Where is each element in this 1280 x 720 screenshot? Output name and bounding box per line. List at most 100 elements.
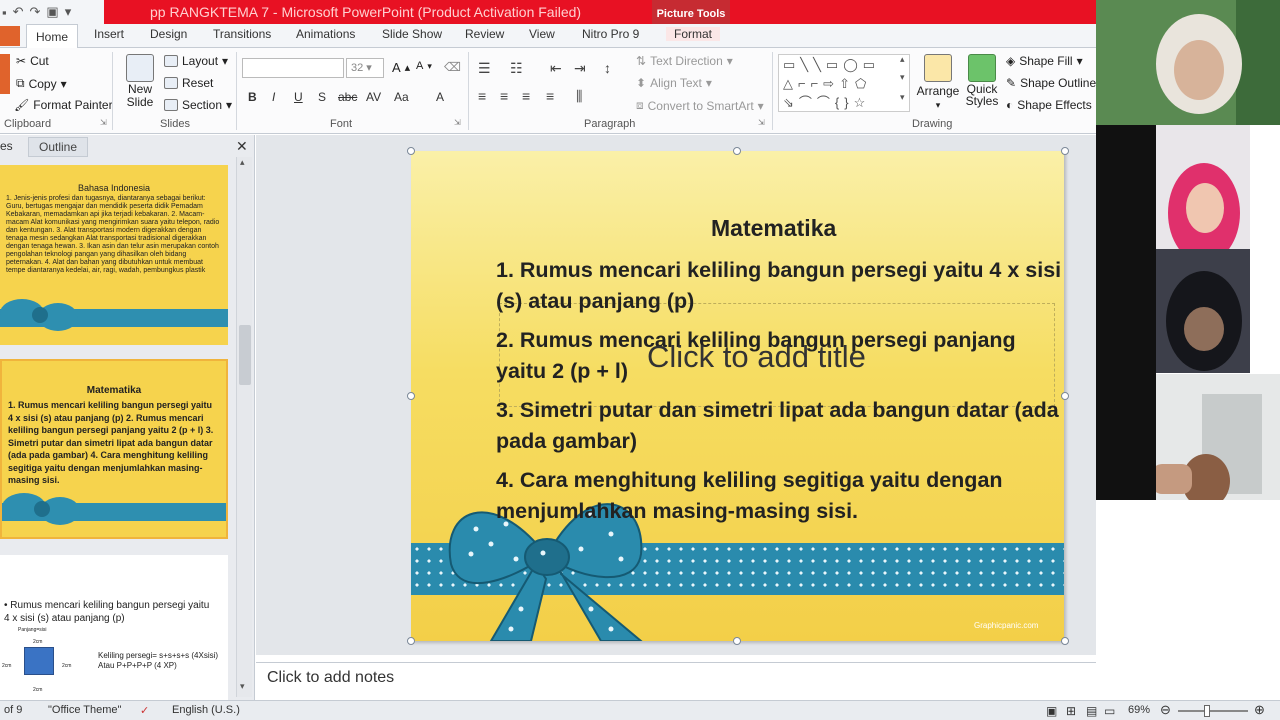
font-size-box[interactable]: 32 ▾: [346, 58, 384, 78]
close-icon[interactable]: ✕: [236, 138, 248, 155]
tab-review[interactable]: Review: [465, 27, 504, 41]
scroll-down-icon[interactable]: ▾: [240, 681, 245, 692]
slide-thumbnail-2[interactable]: Matematika 1. Rumus mencari keliling ban…: [0, 359, 228, 539]
tab-animations[interactable]: Animations: [296, 27, 355, 41]
zoom-slider[interactable]: [1178, 710, 1248, 712]
tab-transitions[interactable]: Transitions: [213, 27, 271, 41]
participant-tile-3[interactable]: [1156, 249, 1250, 373]
convert-smartart-button[interactable]: ⧈ Convert to SmartArt ▾: [636, 98, 764, 113]
clear-formatting-icon[interactable]: ⌫: [444, 60, 461, 74]
columns-icon[interactable]: ⫼: [576, 88, 582, 105]
zoom-slider-thumb[interactable]: [1204, 705, 1210, 717]
font-name-box[interactable]: [242, 58, 344, 78]
shape-fill-button[interactable]: ◈ Shape Fill ▾: [1006, 54, 1083, 68]
tab-slide-show[interactable]: Slide Show: [382, 27, 442, 41]
slide-show-icon[interactable]: ▭: [1104, 704, 1115, 718]
paste-icon[interactable]: ▣: [46, 4, 58, 20]
reset-button[interactable]: Reset: [164, 76, 213, 90]
justify-icon[interactable]: ≡: [546, 88, 554, 104]
normal-view-icon[interactable]: ▣: [1046, 704, 1057, 718]
more-shapes-icon[interactable]: ▾: [900, 92, 905, 103]
numbering-icon[interactable]: ☷: [510, 60, 523, 77]
slide-sorter-icon[interactable]: ⊞: [1066, 704, 1076, 718]
zoom-level[interactable]: 69%: [1128, 704, 1150, 716]
increase-indent-icon[interactable]: ⇥: [574, 60, 586, 77]
clipboard-launcher-icon[interactable]: ⇲: [100, 118, 107, 127]
slide-body[interactable]: 1. Rumus mencari keliling bangun persegi…: [496, 255, 1062, 535]
resize-handle-b[interactable]: [733, 637, 741, 645]
zoom-in-icon[interactable]: ⊕: [1254, 702, 1265, 718]
shape-effects-button[interactable]: ◐ Shape Effects: [1006, 98, 1092, 112]
resize-handle-tr[interactable]: [1061, 147, 1069, 155]
save-icon[interactable]: ▪: [2, 5, 7, 20]
reading-view-icon[interactable]: ▤: [1086, 704, 1097, 718]
language[interactable]: English (U.S.): [172, 704, 240, 716]
bold-icon[interactable]: B: [248, 90, 257, 104]
spell-check-icon[interactable]: ✓: [140, 704, 149, 717]
paragraph-launcher-icon[interactable]: ⇲: [758, 118, 765, 127]
notes-pane[interactable]: Click to add notes: [256, 662, 1096, 700]
slide-title[interactable]: Matematika: [711, 215, 836, 242]
slide-thumbnail-3[interactable]: • Rumus mencari keliling bangun persegi …: [0, 555, 228, 703]
undo-icon[interactable]: ↶: [13, 4, 24, 20]
resize-handle-t[interactable]: [733, 147, 741, 155]
slide-thumbnail-1[interactable]: Bahasa Indonesia 1. Jenis-jenis profesi …: [0, 165, 228, 345]
italic-icon[interactable]: I: [272, 90, 275, 104]
resize-handle-r[interactable]: [1061, 392, 1069, 400]
text-shadow-icon[interactable]: S: [318, 90, 326, 104]
align-right-icon[interactable]: ≡: [522, 88, 530, 104]
panel-scrollbar[interactable]: ▴ ▾: [236, 157, 252, 697]
resize-handle-br[interactable]: [1061, 637, 1069, 645]
resize-handle-bl[interactable]: [407, 637, 415, 645]
align-text-button[interactable]: ⬍ Align Text ▾: [636, 76, 712, 90]
arrange-button[interactable]: Arrange ▾: [916, 54, 960, 111]
text-direction-button[interactable]: ⇅ Text Direction ▾: [636, 54, 733, 68]
tab-file[interactable]: [0, 26, 20, 46]
copy-button[interactable]: ⧉ Copy ▾: [16, 76, 67, 91]
qat-dropdown-icon[interactable]: ▾: [65, 4, 72, 20]
underline-icon[interactable]: U: [294, 90, 303, 104]
resize-handle-l[interactable]: [407, 392, 415, 400]
tab-home[interactable]: Home: [26, 24, 78, 49]
tab-slides[interactable]: es: [0, 139, 13, 153]
current-slide[interactable]: Matematika 1. Rumus mencari keliling ban…: [411, 151, 1064, 641]
title-placeholder-text[interactable]: Click to add title: [647, 339, 866, 375]
tab-nitro-pro[interactable]: Nitro Pro 9: [582, 27, 639, 41]
scrollbar-thumb[interactable]: [239, 325, 251, 385]
participant-tile-1[interactable]: [1096, 0, 1280, 125]
bullets-icon[interactable]: ☰: [478, 60, 491, 77]
scroll-up-icon[interactable]: ▴: [900, 54, 905, 65]
tab-design[interactable]: Design: [150, 27, 187, 41]
resize-handle-tl[interactable]: [407, 147, 415, 155]
section-button[interactable]: Section ▾: [164, 98, 232, 112]
tab-insert[interactable]: Insert: [94, 27, 124, 41]
tab-view[interactable]: View: [529, 27, 555, 41]
align-left-icon[interactable]: ≡: [478, 88, 486, 104]
change-case-icon[interactable]: Aa: [394, 90, 409, 104]
shape-outline-button[interactable]: ✎ Shape Outline: [1006, 76, 1096, 90]
shapes-gallery[interactable]: ▭╲╲▭◯▭ △⌐⌐⇨⇧⬠ ⇘⌒⌒{}☆: [778, 54, 910, 112]
scroll-up-icon[interactable]: ▴: [240, 157, 245, 168]
character-spacing-icon[interactable]: AV: [366, 90, 381, 104]
quick-styles-button[interactable]: Quick Styles: [962, 54, 1002, 107]
font-launcher-icon[interactable]: ⇲: [454, 118, 461, 127]
redo-icon[interactable]: ↷: [30, 4, 41, 20]
shrink-font-icon[interactable]: A ▾: [416, 60, 432, 72]
tab-format[interactable]: Format: [666, 27, 721, 41]
layout-button[interactable]: Layout ▾: [164, 54, 228, 68]
format-painter-button[interactable]: 🖌 Format Painter: [14, 98, 113, 112]
line-spacing-icon[interactable]: ↕: [604, 60, 611, 76]
grow-font-icon[interactable]: A ▴: [392, 60, 410, 75]
theme-name[interactable]: "Office Theme": [48, 704, 121, 716]
font-color-icon[interactable]: A: [436, 90, 444, 104]
scroll-down-icon[interactable]: ▾: [900, 72, 905, 83]
decrease-indent-icon[interactable]: ⇤: [550, 60, 562, 77]
participant-tile-2[interactable]: [1156, 125, 1250, 249]
cut-button[interactable]: ✂ Cut: [16, 54, 49, 68]
paste-button[interactable]: [0, 54, 10, 94]
tab-outline[interactable]: Outline: [28, 137, 88, 157]
strikethrough-icon[interactable]: abc: [338, 90, 357, 104]
new-slide-button[interactable]: New Slide: [122, 54, 158, 109]
align-center-icon[interactable]: ≡: [500, 88, 508, 104]
zoom-out-icon[interactable]: ⊖: [1160, 702, 1171, 718]
